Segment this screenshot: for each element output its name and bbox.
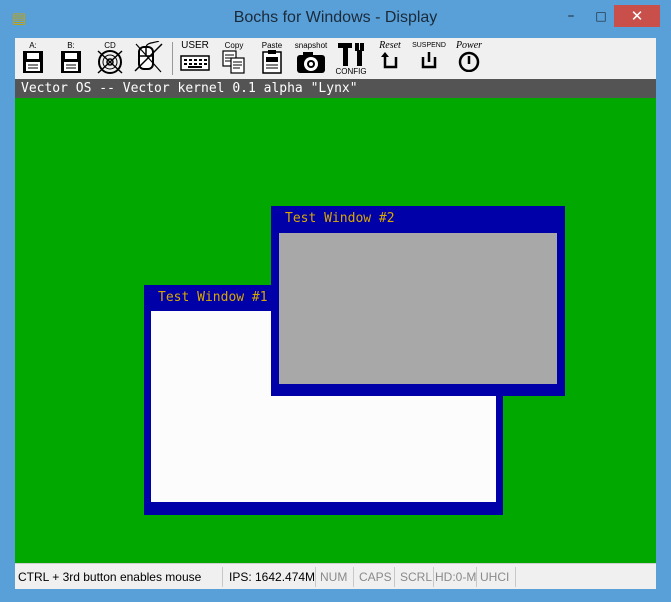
mouse-toggle-button[interactable]	[132, 41, 166, 75]
window-bottom-border	[0, 589, 671, 602]
test-window-2-body	[279, 233, 557, 384]
floppy-icon	[23, 51, 43, 73]
bochs-window: ▤ Bochs for Windows - Display – □ ✕ A: B…	[0, 0, 671, 602]
user-label: USER	[181, 40, 209, 51]
paste-label: Paste	[261, 41, 283, 50]
config-tools-icon	[338, 43, 364, 66]
status-scrl: SCRL	[400, 570, 433, 584]
status-caps: CAPS	[359, 570, 392, 584]
copy-icon	[222, 50, 245, 74]
status-separator	[222, 567, 223, 587]
toolbar: A: B: CD USER Copy Paste snapshot CONFIG…	[15, 38, 656, 80]
suspend-icon	[421, 52, 437, 69]
status-uhci: UHCI	[480, 570, 510, 584]
status-separator	[315, 567, 316, 587]
title-bar[interactable]: ▤ Bochs for Windows - Display – □ ✕	[0, 0, 671, 38]
reset-icon	[381, 52, 398, 69]
cdrom-icon	[97, 50, 123, 74]
floppy-b-button[interactable]: B:	[55, 41, 87, 75]
floppy-a-button[interactable]: A:	[17, 41, 49, 75]
minimize-button[interactable]: –	[556, 5, 586, 27]
keyboard-icon	[180, 55, 210, 71]
copy-label: Copy	[224, 41, 244, 50]
suspend-button[interactable]: SUSPEND	[411, 41, 447, 75]
user-button[interactable]: USER	[177, 41, 213, 75]
floppy-icon	[61, 51, 81, 73]
test-window-1-title: Test Window #1	[158, 290, 268, 305]
status-separator	[353, 567, 354, 587]
guest-display[interactable]: Vector OS -- Vector kernel 0.1 alpha "Ly…	[15, 79, 656, 563]
test-window-2[interactable]: Test Window #2	[271, 206, 565, 396]
snapshot-button[interactable]: snapshot	[293, 41, 329, 75]
snapshot-label: snapshot	[294, 41, 328, 50]
status-ips: IPS: 1642.474M	[229, 570, 316, 584]
mouse-disabled-icon	[134, 41, 163, 73]
status-separator	[433, 567, 434, 587]
test-window-2-title: Test Window #2	[285, 211, 395, 226]
reset-label: Reset	[379, 40, 401, 51]
status-separator	[515, 567, 516, 587]
status-hd: HD:0-M	[435, 570, 477, 584]
cdrom-button[interactable]: CD	[93, 41, 127, 75]
toolbar-separator	[172, 42, 173, 75]
config-label: CONFIG	[335, 67, 367, 76]
os-header-bar: Vector OS -- Vector kernel 0.1 alpha "Ly…	[15, 79, 656, 98]
cdrom-label: CD	[104, 41, 116, 50]
paste-button[interactable]: Paste	[257, 41, 287, 75]
power-label: Power	[455, 40, 483, 51]
clipboard-icon	[262, 50, 282, 74]
status-message: CTRL + 3rd button enables mouse	[18, 570, 202, 584]
config-button[interactable]: CONFIG	[335, 41, 367, 76]
close-button[interactable]: ✕	[614, 5, 660, 27]
status-bar: CTRL + 3rd button enables mouse IPS: 164…	[15, 563, 656, 590]
suspend-label: SUSPEND	[412, 42, 446, 49]
status-num: NUM	[320, 570, 348, 584]
copy-button[interactable]: Copy	[218, 41, 250, 75]
maximize-button[interactable]: □	[586, 5, 616, 27]
status-separator	[394, 567, 395, 587]
os-header-text: Vector OS -- Vector kernel 0.1 alpha "Ly…	[21, 81, 358, 96]
power-button[interactable]: Power	[451, 41, 487, 75]
camera-icon	[297, 52, 325, 73]
reset-button[interactable]: Reset	[373, 41, 407, 75]
status-separator	[476, 567, 477, 587]
floppy-b-label: B:	[67, 41, 75, 50]
floppy-a-label: A:	[29, 41, 37, 50]
power-icon	[458, 51, 480, 72]
